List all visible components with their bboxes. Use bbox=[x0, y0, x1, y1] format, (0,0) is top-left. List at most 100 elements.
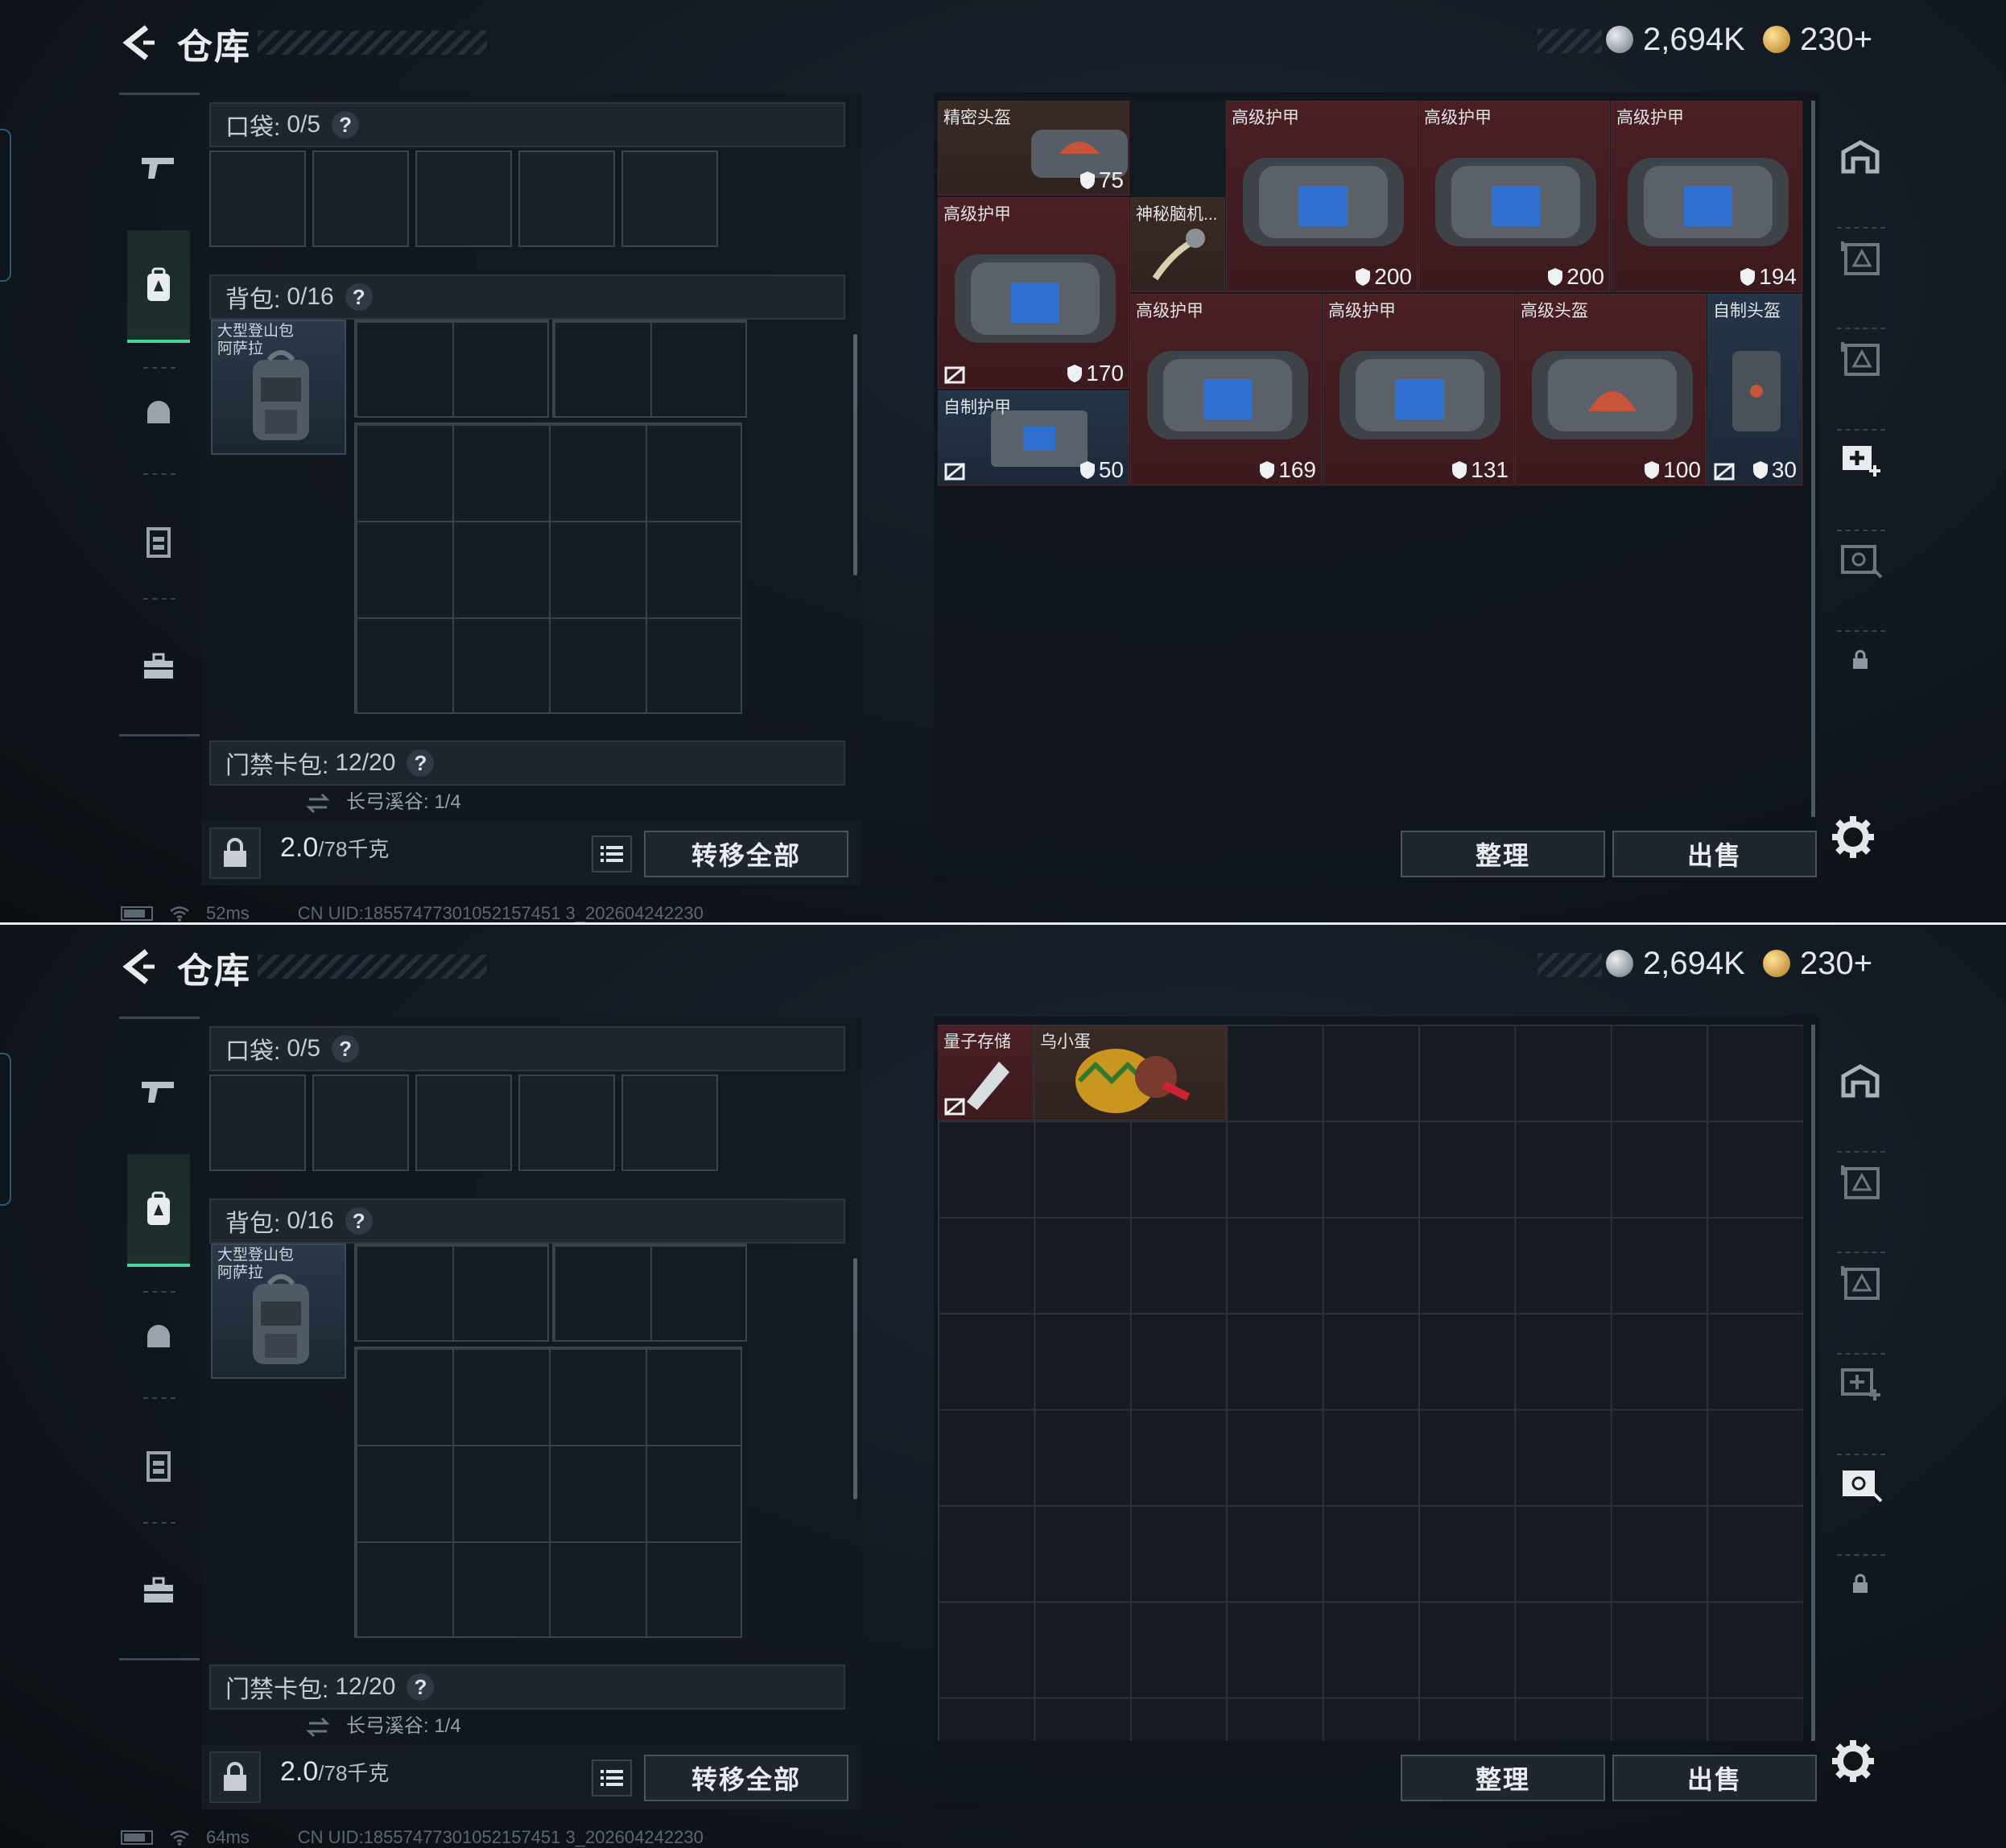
stash-tab-2[interactable] bbox=[1829, 318, 1892, 398]
pocket-slot[interactable] bbox=[621, 151, 718, 247]
list-button[interactable] bbox=[592, 1759, 632, 1796]
stash-item[interactable]: 精密头盔 75 bbox=[938, 101, 1129, 196]
gear-icon[interactable] bbox=[1829, 813, 1877, 861]
weight-current: 2.0 bbox=[280, 1756, 319, 1787]
screen-top: 仓库 2,694K 230+ 口袋: 0/5 ? 背包: 0/16 ? 大型登山… bbox=[0, 0, 2006, 924]
list-button[interactable] bbox=[592, 835, 632, 872]
pocket-slot[interactable] bbox=[312, 151, 409, 247]
backpack-grid[interactable] bbox=[552, 1244, 747, 1342]
scrollbar[interactable] bbox=[853, 334, 857, 575]
pocket-slot[interactable] bbox=[312, 1075, 409, 1171]
backpack-art bbox=[253, 1274, 309, 1364]
stash-scrollbar[interactable] bbox=[1811, 1025, 1815, 1741]
help-icon[interactable]: ? bbox=[332, 111, 360, 138]
pocket-slot[interactable] bbox=[209, 1075, 306, 1171]
gun-icon bbox=[142, 158, 174, 179]
pocket-slot[interactable] bbox=[415, 1075, 512, 1171]
item-durability: 200 bbox=[1547, 264, 1604, 290]
pocket-slot[interactable] bbox=[621, 1075, 718, 1171]
sell-button[interactable]: 出售 bbox=[1612, 1755, 1817, 1801]
stash-tab-2[interactable] bbox=[1829, 1242, 1892, 1322]
stash-item[interactable]: 高级护甲 200 bbox=[1418, 101, 1610, 292]
backpack-grid[interactable] bbox=[354, 1347, 742, 1638]
backpack-count: 0/16 bbox=[287, 1207, 334, 1234]
item-durability: 170 bbox=[1067, 361, 1124, 386]
stash-tab-main[interactable] bbox=[1829, 1041, 1892, 1121]
gear-icon[interactable] bbox=[1829, 1737, 1877, 1785]
stash-tab-1[interactable] bbox=[1829, 217, 1892, 298]
gold-coin-icon bbox=[1763, 950, 1790, 977]
help-icon[interactable]: ? bbox=[345, 283, 373, 311]
stash-tab-4-active[interactable] bbox=[1829, 1443, 1892, 1524]
stash-item[interactable]: 自制护甲 50 bbox=[938, 390, 1129, 485]
rail-weapons[interactable] bbox=[127, 1035, 190, 1148]
card-pack-count: 12/20 bbox=[335, 749, 396, 776]
organize-button[interactable]: 整理 bbox=[1401, 1755, 1605, 1801]
stash-item[interactable]: 高级护甲 170 bbox=[938, 197, 1129, 389]
organize-button[interactable]: 整理 bbox=[1401, 831, 1605, 877]
stash-tab-main[interactable] bbox=[1829, 117, 1892, 197]
backpack-grid[interactable] bbox=[354, 423, 742, 714]
stash-tab-3-active[interactable] bbox=[1829, 419, 1892, 499]
stash-item[interactable]: 高级护甲 169 bbox=[1130, 294, 1322, 485]
rail-weapons[interactable] bbox=[127, 111, 190, 224]
card-pack-row[interactable]: 长弓溪谷: 1/4 bbox=[209, 1710, 845, 1743]
help-icon[interactable]: ? bbox=[407, 749, 435, 777]
weight-display: 2.0/78千克 bbox=[280, 832, 389, 864]
weight-lock-button[interactable] bbox=[209, 1751, 261, 1803]
stash-scrollbar[interactable] bbox=[1811, 101, 1815, 817]
category-rail bbox=[119, 93, 200, 736]
transfer-all-button[interactable]: 转移全部 bbox=[644, 831, 848, 877]
stash-item[interactable]: 自制头盔 30 bbox=[1707, 294, 1802, 485]
stash-tab-1[interactable] bbox=[1829, 1141, 1892, 1222]
pocket-slot[interactable] bbox=[518, 1075, 615, 1171]
card-pack-count: 12/20 bbox=[335, 1673, 396, 1700]
pocket-count: 0/5 bbox=[287, 1035, 321, 1062]
rail-backpack[interactable] bbox=[127, 230, 190, 343]
stash-item[interactable]: 高级护甲 131 bbox=[1323, 294, 1514, 485]
stash-item[interactable]: 高级护甲 200 bbox=[1226, 101, 1418, 292]
item-durability: 131 bbox=[1451, 457, 1509, 483]
item-name: 高级护甲 bbox=[1328, 302, 1396, 320]
rail-helmet[interactable] bbox=[127, 1281, 190, 1393]
stash-tab-locked[interactable] bbox=[1829, 620, 1892, 700]
back-arrow-icon[interactable] bbox=[119, 947, 159, 987]
scrollbar[interactable] bbox=[853, 1258, 857, 1499]
stash-tab-4[interactable] bbox=[1829, 519, 1892, 600]
weight-lock-button[interactable] bbox=[209, 827, 261, 879]
gold-currency[interactable]: 230+ bbox=[1763, 19, 1872, 60]
card-pack-row[interactable]: 长弓溪谷: 1/4 bbox=[209, 786, 845, 819]
help-icon[interactable]: ? bbox=[332, 1035, 360, 1062]
rail-backpack[interactable] bbox=[127, 1154, 190, 1267]
rail-toolbox[interactable] bbox=[127, 610, 190, 723]
stash-panel: 精密头盔 75 高级护甲 200 高级护甲 200 高级护甲 194 高级护甲 … bbox=[934, 93, 1819, 885]
back-arrow-icon[interactable] bbox=[119, 23, 159, 63]
backpack-grid[interactable] bbox=[552, 320, 747, 418]
stash-grid[interactable]: 精密头盔 75 高级护甲 200 高级护甲 200 高级护甲 194 高级护甲 … bbox=[938, 101, 1803, 487]
transfer-all-button[interactable]: 转移全部 bbox=[644, 1755, 848, 1801]
weight-current: 2.0 bbox=[280, 832, 319, 863]
help-icon[interactable]: ? bbox=[345, 1207, 373, 1235]
gold-currency[interactable]: 230+ bbox=[1763, 943, 1872, 984]
backpack-grid[interactable] bbox=[354, 1244, 549, 1342]
pocket-slot[interactable] bbox=[415, 151, 512, 247]
rail-toolbox[interactable] bbox=[127, 1534, 190, 1647]
stash-item[interactable]: 量子存储 bbox=[938, 1025, 1034, 1120]
stash-item[interactable]: 高级护甲 194 bbox=[1611, 101, 1802, 292]
rail-chest-rig[interactable] bbox=[127, 1409, 190, 1522]
equipped-backpack[interactable]: 大型登山包 阿萨拉 bbox=[211, 1244, 346, 1379]
rail-helmet[interactable] bbox=[127, 357, 190, 469]
equipped-backpack[interactable]: 大型登山包 阿萨拉 bbox=[211, 320, 346, 455]
stash-item[interactable]: 神秘脑机... bbox=[1130, 197, 1225, 292]
sell-button[interactable]: 出售 bbox=[1612, 831, 1817, 877]
pocket-slot[interactable] bbox=[518, 151, 615, 247]
stash-tab-3[interactable] bbox=[1829, 1343, 1892, 1423]
backpack-grid[interactable] bbox=[354, 320, 549, 418]
stash-tab-locked[interactable] bbox=[1829, 1544, 1892, 1624]
stash-item[interactable]: 高级头盔 100 bbox=[1515, 294, 1707, 485]
pocket-slot[interactable] bbox=[209, 151, 306, 247]
stash-item[interactable]: 乌小蛋 bbox=[1034, 1025, 1226, 1120]
help-icon[interactable]: ? bbox=[407, 1673, 435, 1701]
rail-chest-rig[interactable] bbox=[127, 485, 190, 598]
stash-grid[interactable] bbox=[938, 1025, 1803, 1741]
